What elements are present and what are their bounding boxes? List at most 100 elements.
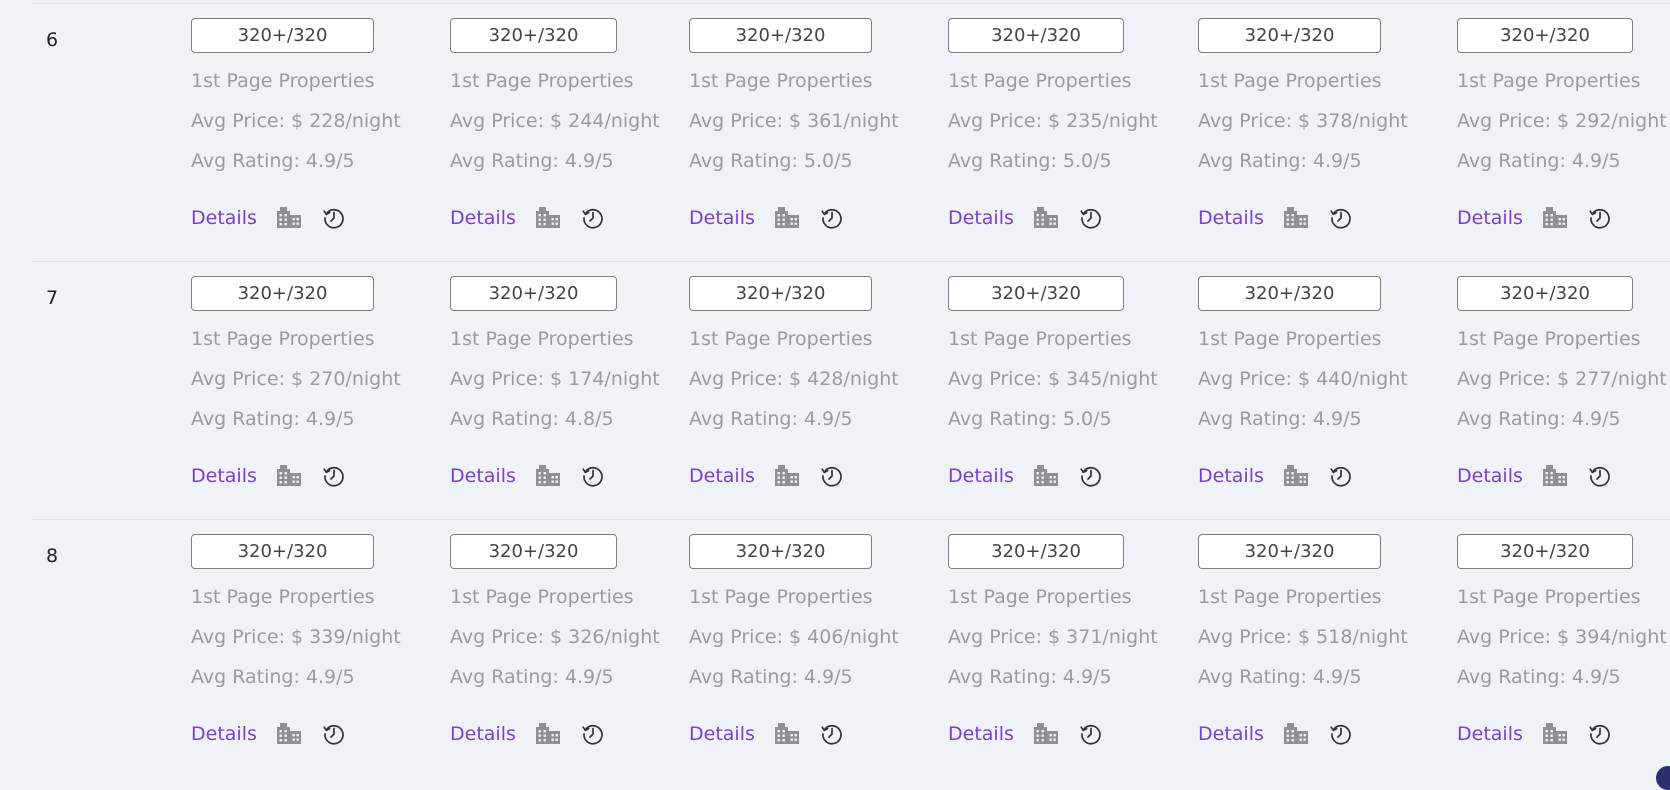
details-link[interactable]: Details: [1457, 207, 1523, 229]
rank-position-box[interactable]: 320+/320: [1457, 18, 1633, 53]
rank-position-box[interactable]: 320+/320: [450, 276, 617, 311]
cell-actions: Details: [689, 205, 899, 231]
details-link[interactable]: Details: [191, 207, 257, 229]
details-link[interactable]: Details: [689, 723, 755, 745]
details-link[interactable]: Details: [689, 465, 755, 487]
details-link[interactable]: Details: [1198, 465, 1264, 487]
cell-actions: Details: [689, 721, 899, 747]
details-link[interactable]: Details: [450, 207, 516, 229]
rank-position-box[interactable]: 320+/320: [689, 18, 872, 53]
history-icon[interactable]: [1587, 205, 1613, 231]
building-icon[interactable]: [1541, 463, 1569, 489]
building-icon[interactable]: [1032, 463, 1060, 489]
details-link[interactable]: Details: [1457, 723, 1523, 745]
table-row: 7 320+/320 1st Page Properties Avg Price: $…: [32, 262, 1670, 520]
details-link[interactable]: Details: [948, 465, 1014, 487]
floating-widget-edge[interactable]: [1656, 766, 1670, 790]
cell-actions: Details: [948, 721, 1158, 747]
details-link[interactable]: Details: [1198, 207, 1264, 229]
history-icon[interactable]: [1328, 205, 1354, 231]
history-icon[interactable]: [321, 721, 347, 747]
rank-position-box[interactable]: 320+/320: [948, 276, 1124, 311]
details-link[interactable]: Details: [948, 723, 1014, 745]
history-icon[interactable]: [819, 463, 845, 489]
rank-position-box[interactable]: 320+/320: [1457, 276, 1633, 311]
building-icon[interactable]: [1541, 721, 1569, 747]
rank-results-table: 6 320+/320 1st Page Properties Avg Price: $…: [32, 3, 1670, 778]
rank-position-box[interactable]: 320+/320: [191, 18, 374, 53]
avg-rating-text: Avg Rating: 4.9/5: [191, 666, 355, 688]
history-icon[interactable]: [1587, 463, 1613, 489]
rank-position-box[interactable]: 320+/320: [1198, 534, 1381, 569]
building-icon[interactable]: [275, 721, 303, 747]
history-icon[interactable]: [1587, 721, 1613, 747]
history-icon[interactable]: [1328, 463, 1354, 489]
details-link[interactable]: Details: [1457, 465, 1523, 487]
history-icon[interactable]: [819, 205, 845, 231]
building-icon[interactable]: [1282, 463, 1310, 489]
details-link[interactable]: Details: [450, 465, 516, 487]
rank-position-box[interactable]: 320+/320: [450, 534, 617, 569]
rank-position-box[interactable]: 320+/320: [191, 276, 374, 311]
rank-cell: 320+/320 1st Page Properties Avg Price: $ …: [191, 276, 401, 489]
cell-actions: Details: [1198, 463, 1408, 489]
details-link[interactable]: Details: [1198, 723, 1264, 745]
rank-position-box[interactable]: 320+/320: [948, 18, 1124, 53]
avg-rating-text: Avg Rating: 5.0/5: [948, 150, 1112, 172]
cell-actions: Details: [191, 721, 401, 747]
page-properties-label: 1st Page Properties: [948, 328, 1132, 350]
cell-actions: Details: [191, 205, 401, 231]
history-icon[interactable]: [580, 721, 606, 747]
avg-rating-text: Avg Rating: 4.9/5: [450, 666, 614, 688]
page-properties-label: 1st Page Properties: [1457, 328, 1641, 350]
building-icon[interactable]: [1282, 205, 1310, 231]
rank-cell: 320+/320 1st Page Properties Avg Price: $ …: [1198, 276, 1408, 489]
building-icon[interactable]: [534, 205, 562, 231]
rank-cell: 320+/320 1st Page Properties Avg Price: $ …: [1198, 18, 1408, 231]
rank-position-box[interactable]: 320+/320: [948, 534, 1124, 569]
page-properties-label: 1st Page Properties: [450, 586, 634, 608]
building-icon[interactable]: [773, 205, 801, 231]
building-icon[interactable]: [275, 463, 303, 489]
avg-rating-text: Avg Rating: 4.9/5: [689, 666, 853, 688]
avg-rating-text: Avg Rating: 5.0/5: [689, 150, 853, 172]
history-icon[interactable]: [580, 205, 606, 231]
history-icon[interactable]: [1078, 205, 1104, 231]
rank-position-box[interactable]: 320+/320: [1457, 534, 1633, 569]
cell-actions: Details: [191, 463, 401, 489]
building-icon[interactable]: [534, 721, 562, 747]
history-icon[interactable]: [1078, 463, 1104, 489]
building-icon[interactable]: [275, 205, 303, 231]
building-icon[interactable]: [1282, 721, 1310, 747]
details-link[interactable]: Details: [948, 207, 1014, 229]
rank-position-box[interactable]: 320+/320: [689, 276, 872, 311]
history-icon[interactable]: [321, 463, 347, 489]
history-icon[interactable]: [819, 721, 845, 747]
avg-rating-text: Avg Rating: 4.9/5: [450, 150, 614, 172]
details-link[interactable]: Details: [689, 207, 755, 229]
rank-position-box[interactable]: 320+/320: [1198, 18, 1381, 53]
building-icon[interactable]: [773, 721, 801, 747]
details-link[interactable]: Details: [191, 723, 257, 745]
rank-position-box[interactable]: 320+/320: [1198, 276, 1381, 311]
history-icon[interactable]: [1078, 721, 1104, 747]
building-icon[interactable]: [1032, 205, 1060, 231]
rank-position-box[interactable]: 320+/320: [450, 18, 617, 53]
history-icon[interactable]: [1328, 721, 1354, 747]
rank-cell: 320+/320 1st Page Properties Avg Price: $ …: [450, 534, 660, 747]
rank-position-box[interactable]: 320+/320: [689, 534, 872, 569]
avg-rating-text: Avg Rating: 4.8/5: [450, 408, 614, 430]
avg-rating-text: Avg Rating: 4.9/5: [191, 150, 355, 172]
building-icon[interactable]: [534, 463, 562, 489]
history-icon[interactable]: [321, 205, 347, 231]
details-link[interactable]: Details: [450, 723, 516, 745]
building-icon[interactable]: [1032, 721, 1060, 747]
details-link[interactable]: Details: [191, 465, 257, 487]
rank-cell: 320+/320 1st Page Properties Avg Price: $ …: [948, 534, 1158, 747]
history-icon[interactable]: [580, 463, 606, 489]
building-icon[interactable]: [1541, 205, 1569, 231]
avg-price-text: Avg Price: $ 361/night: [689, 110, 899, 132]
building-icon[interactable]: [773, 463, 801, 489]
rank-position-box[interactable]: 320+/320: [191, 534, 374, 569]
avg-rating-text: Avg Rating: 4.9/5: [948, 666, 1112, 688]
